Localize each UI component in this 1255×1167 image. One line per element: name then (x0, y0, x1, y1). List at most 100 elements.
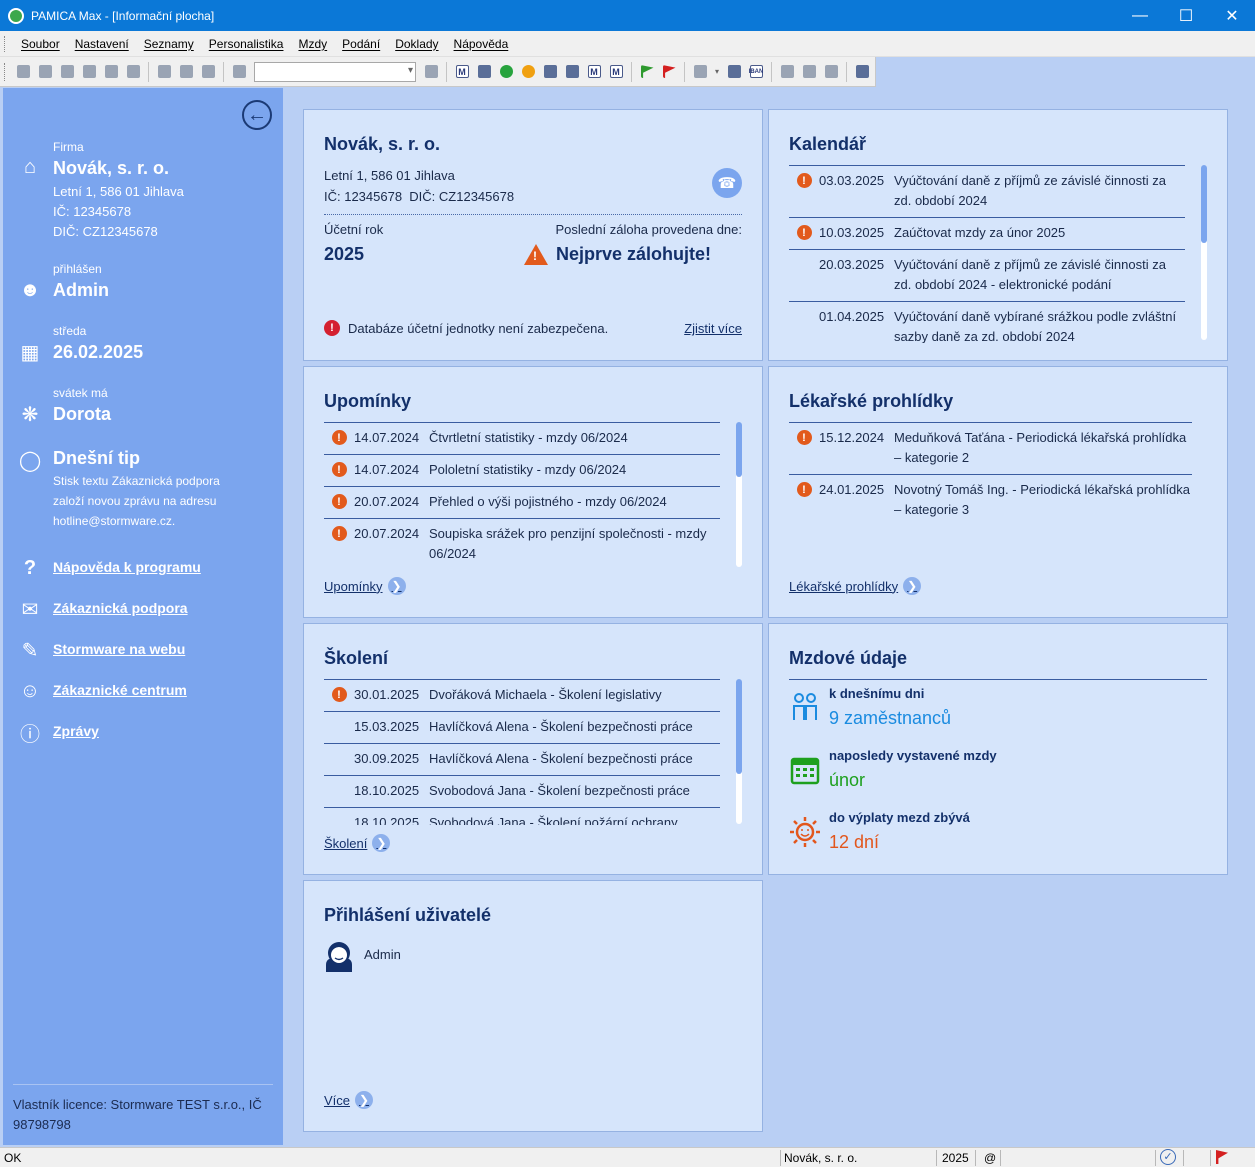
link-help[interactable]: Nápověda k programu (53, 559, 201, 575)
status-bar: OK Novák, s. r. o. 2025 @ ✓ (0, 1147, 1255, 1167)
pen-icon: ✎ (21, 639, 39, 662)
duplicate-icon[interactable] (230, 63, 248, 81)
more-users-link[interactable]: Více ❯ (324, 1091, 374, 1109)
m-add-icon[interactable]: M (607, 63, 625, 81)
training-scrollbar[interactable] (736, 679, 742, 824)
maximize-button[interactable]: ☐ (1163, 0, 1209, 31)
red-flag-icon[interactable] (660, 63, 678, 81)
nameday-label: svátek má (53, 386, 108, 400)
payroll-check-icon[interactable] (563, 63, 581, 81)
attendance-icon[interactable] (541, 63, 559, 81)
user-icon: ☻ (19, 278, 41, 301)
employee-green-icon[interactable] (497, 63, 515, 81)
save-all-icon[interactable] (199, 63, 217, 81)
reminders-panel-title: Upomínky (324, 391, 412, 411)
export-icon[interactable] (102, 63, 120, 81)
item-date: 15.03.2025 (354, 719, 420, 734)
print-preview-icon[interactable] (80, 63, 98, 81)
menu-mzdy[interactable]: Mzdy (298, 37, 327, 51)
calendar-list: ! 03.03.2025 Vyúčtování daně z příjmů ze… (789, 165, 1185, 343)
list-item[interactable]: 20.03.2025 Vyúčtování daně z příjmů ze z… (789, 250, 1185, 302)
title-bar: PAMICA Max - [Informační plocha] — ☐ ✕ (0, 0, 1255, 31)
list-item[interactable]: ! 14.07.2024 Pololetní statistiky - mzdy… (324, 455, 720, 487)
document-icon[interactable] (155, 63, 173, 81)
tip-line[interactable]: Stisk textu Zákaznická podpora (53, 471, 220, 491)
menu-podani[interactable]: Podání (342, 37, 380, 51)
check-status-icon[interactable]: ✓ (1160, 1149, 1176, 1165)
list-item[interactable]: 18.10.2025 Svobodová Jana - Školení požá… (324, 808, 720, 825)
calculator-doc-icon[interactable] (475, 63, 493, 81)
list-item[interactable]: 15.03.2025 Havlíčková Alena - Školení be… (324, 712, 720, 744)
calculator-icon[interactable] (725, 63, 743, 81)
item-text: Novotný Tomáš Ing. - Periodická lékařská… (894, 482, 1191, 517)
calendar-icon (789, 754, 821, 786)
filter-icon[interactable] (422, 63, 440, 81)
list-item[interactable]: ! 24.01.2025 Novotný Tomáš Ing. - Period… (789, 475, 1192, 522)
save-icon[interactable] (177, 63, 195, 81)
menu-personalistika[interactable]: Personalistika (209, 37, 284, 51)
list-item[interactable]: ! 14.07.2024 Čtvrtletní statistiky - mzd… (324, 423, 720, 455)
window-tile-icon[interactable] (822, 63, 840, 81)
calendar-scrollbar[interactable] (1201, 165, 1207, 340)
list-item[interactable]: ! 15.12.2024 Meduňková Taťána - Periodic… (789, 423, 1192, 475)
item-date: 30.09.2025 (354, 751, 420, 766)
warning-icon: ! (789, 171, 819, 211)
phone-icon[interactable]: ☎ (712, 168, 742, 198)
list-item[interactable]: ! 20.07.2024 Přehled o výši pojistného -… (324, 487, 720, 519)
context-help-icon[interactable] (853, 63, 871, 81)
backup-label: Poslední záloha provedena dne: (555, 222, 742, 237)
status-state: OK (4, 1151, 22, 1165)
reminders-scrollbar[interactable] (736, 422, 742, 567)
list-item[interactable]: 18.10.2025 Svobodová Jana - Školení bezp… (324, 776, 720, 808)
date-info: středa 26.02.2025 (53, 324, 143, 363)
m-icon[interactable]: M (453, 63, 471, 81)
list-item[interactable]: ! 30.01.2025 Dvořáková Michaela - Školen… (324, 680, 720, 712)
list-item[interactable]: 30.09.2025 Havlíčková Alena - Školení be… (324, 744, 720, 776)
collapse-sidebar-button[interactable]: ← (242, 100, 272, 130)
link-customer-center[interactable]: Zákaznické centrum (53, 682, 187, 698)
import-icon[interactable] (124, 63, 142, 81)
menu-seznamy[interactable]: Seznamy (144, 37, 194, 51)
list-item[interactable]: 01.04.2025 Vyúčtování daně vybírané sráž… (789, 302, 1185, 343)
folder-icon[interactable] (691, 63, 709, 81)
payroll-panel-title: Mzdové údaje (789, 648, 908, 668)
link-messages[interactable]: Zprávy (53, 723, 99, 739)
medical-link[interactable]: Lékařské prohlídky ❯ (789, 577, 922, 595)
employees-label: k dnešnímu dni (829, 686, 925, 701)
learn-more-link[interactable]: Zjistit více (684, 321, 742, 336)
customer-center-icon: ☺ (19, 679, 41, 702)
list-item[interactable]: ! 10.03.2025 Zaúčtovat mzdy za únor 2025 (789, 218, 1185, 250)
training-link[interactable]: Školení ❯ (324, 834, 391, 852)
list-item[interactable]: ! 20.07.2024 Soupiska srážek pro penzijn… (324, 519, 720, 568)
link-support[interactable]: Zákaznická podpora (53, 600, 188, 616)
toolbar: M M M ▾ IBAN (0, 57, 876, 87)
employee-orange-icon[interactable] (519, 63, 537, 81)
agenda-combo[interactable] (254, 61, 416, 82)
warning-icon: ! (324, 428, 354, 448)
separator (789, 679, 1207, 680)
link-web[interactable]: Stormware na webu (53, 641, 185, 657)
close-button[interactable]: ✕ (1209, 0, 1255, 31)
green-flag-icon[interactable] (638, 63, 656, 81)
window-icon[interactable] (778, 63, 796, 81)
menu-nastaveni[interactable]: Nastavení (75, 37, 129, 51)
dropdown-arrow-icon[interactable]: ▾ (713, 63, 721, 81)
sun-icon (789, 816, 821, 848)
logged-users-panel-title: Přihlášení uživatelé (324, 905, 492, 925)
menu-napoveda[interactable]: Nápověda (454, 37, 509, 51)
menu-doklady[interactable]: Doklady (395, 37, 438, 51)
copy-record-icon[interactable] (36, 63, 54, 81)
reminders-link[interactable]: Upomínky ❯ (324, 577, 406, 595)
window-list-icon[interactable] (800, 63, 818, 81)
list-item[interactable]: ! 03.03.2025 Vyúčtování daně z příjmů ze… (789, 166, 1185, 218)
new-record-icon[interactable] (14, 63, 32, 81)
print-icon[interactable] (58, 63, 76, 81)
m-icon[interactable]: M (585, 63, 603, 81)
red-flag-icon[interactable] (1216, 1150, 1228, 1164)
item-date: 24.01.2025 (819, 482, 885, 497)
menu-soubor[interactable]: Soubor (21, 37, 60, 51)
menu-bar: Soubor Nastavení Seznamy Personalistika … (0, 31, 1255, 57)
item-text: Dvořáková Michaela - Školení legislativy (429, 687, 662, 702)
iban-icon[interactable]: IBAN (747, 63, 765, 81)
minimize-button[interactable]: — (1117, 0, 1163, 31)
